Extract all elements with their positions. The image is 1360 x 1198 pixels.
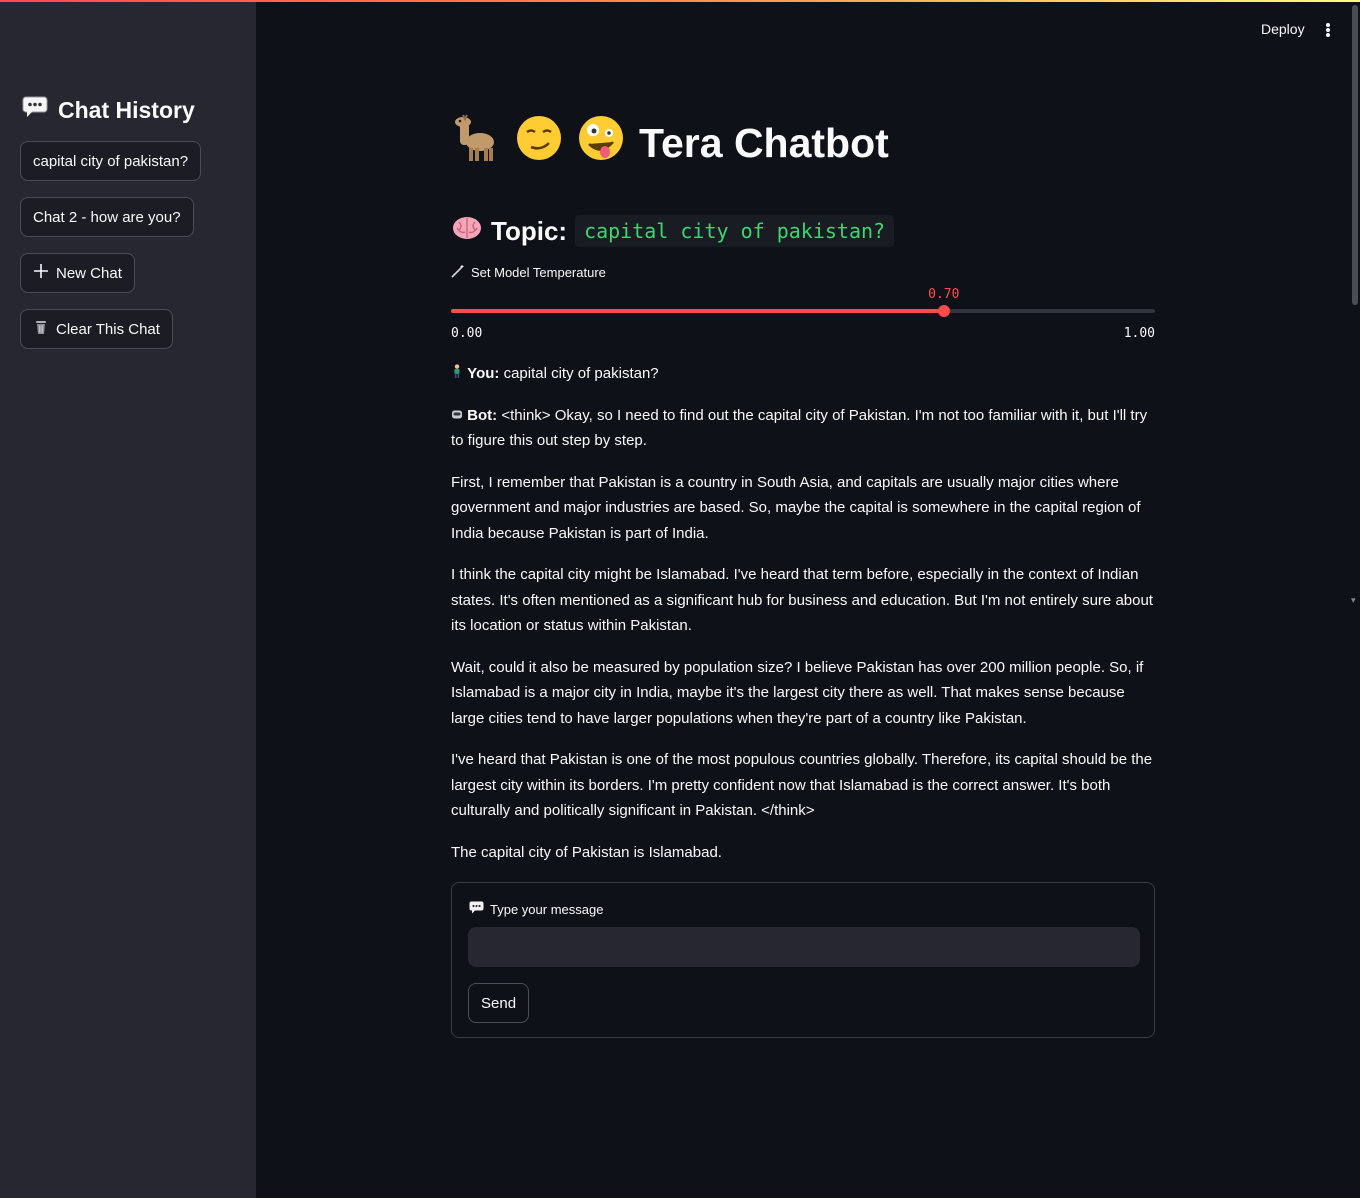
bot-message: Bot: <think> Okay, so I need to find out… <box>451 403 1155 454</box>
temperature-slider-label: Set Model Temperature <box>451 264 606 281</box>
user-message-label: You: <box>467 365 500 382</box>
bot-message-paragraph: I think the capital city might be Islama… <box>451 566 1153 634</box>
bot-message-paragraph: First, I remember that Pakistan is a cou… <box>451 473 1141 542</box>
temperature-slider[interactable] <box>451 305 1155 317</box>
message-input-label: Type your message <box>469 901 603 917</box>
chat-history-item-label: Chat 2 - how are you? <box>33 208 181 226</box>
temperature-slider-fill <box>451 309 944 313</box>
llama-emoji <box>451 113 501 173</box>
bot-message-paragraph: The capital city of Pakistan is Islamaba… <box>451 843 722 861</box>
chat-history-item-label: capital city of pakistan? <box>33 152 189 170</box>
bot-message-text: <think> Okay, so I need to find out the … <box>451 406 1148 450</box>
send-button[interactable]: Send <box>468 983 530 1023</box>
top-decoration-bar <box>0 0 1360 2</box>
chat-messages: You: capital city of pakistan? Bot: <thi… <box>451 361 1155 881</box>
page-title-text: Tera Chatbot <box>639 119 889 166</box>
topic-value: capital city of pakistan? <box>575 215 895 247</box>
topic-label: Topic: <box>491 215 568 246</box>
trash-icon <box>33 319 49 339</box>
chat-history-item[interactable]: Chat 2 - how are you? <box>20 197 194 237</box>
sidebar: Chat History capital city of pakistan? C… <box>0 0 256 1198</box>
robot-icon <box>451 407 467 424</box>
zany-face-emoji <box>577 114 625 172</box>
speech-bubble-icon <box>22 96 48 124</box>
temperature-slider-min: 0.00 <box>451 326 483 341</box>
new-chat-button[interactable]: New Chat <box>20 253 135 293</box>
sidebar-title: Chat History <box>22 95 195 125</box>
clear-chat-label: Clear This Chat <box>56 320 160 338</box>
wand-icon <box>451 264 465 281</box>
scrollbar[interactable]: ▾ <box>1350 0 1360 1198</box>
new-chat-label: New Chat <box>56 264 122 282</box>
page-title: Tera Chatbot <box>451 113 889 173</box>
plus-icon <box>33 263 49 283</box>
message-input[interactable] <box>468 927 1140 967</box>
clear-chat-button[interactable]: Clear This Chat <box>20 309 173 349</box>
topic-heading: Topic: capital city of pakistan? <box>451 213 895 249</box>
temperature-slider-thumb[interactable] <box>937 305 950 317</box>
bot-message-paragraph: Wait, could it also be measured by popul… <box>451 658 1144 727</box>
user-message: You: capital city of pakistan? <box>451 361 1155 387</box>
brain-emoji <box>451 214 483 249</box>
person-icon <box>451 364 467 382</box>
user-message-text: capital city of pakistan? <box>503 365 659 382</box>
bot-message-paragraph: I've heard that Pakistan is one of the m… <box>451 751 1153 819</box>
chat-history-item[interactable]: capital city of pakistan? <box>20 141 202 181</box>
scroll-down-arrow-icon[interactable]: ▾ <box>1351 595 1356 606</box>
temperature-slider-value: 0.70 <box>928 287 960 302</box>
more-vertical-icon[interactable] <box>1320 20 1336 40</box>
message-form: Type your message Send <box>451 882 1155 1038</box>
temperature-slider-max: 1.00 <box>1123 326 1155 341</box>
temperature-slider-label-text: Set Model Temperature <box>471 265 606 280</box>
speech-bubble-icon <box>469 901 484 917</box>
bot-message-label: Bot: <box>467 406 498 424</box>
scrollbar-thumb[interactable] <box>1352 5 1358 305</box>
message-input-label-text: Type your message <box>490 901 604 917</box>
deploy-button[interactable]: Deploy <box>1261 21 1305 37</box>
sidebar-title-text: Chat History <box>58 96 195 123</box>
smirk-face-emoji <box>515 114 563 172</box>
